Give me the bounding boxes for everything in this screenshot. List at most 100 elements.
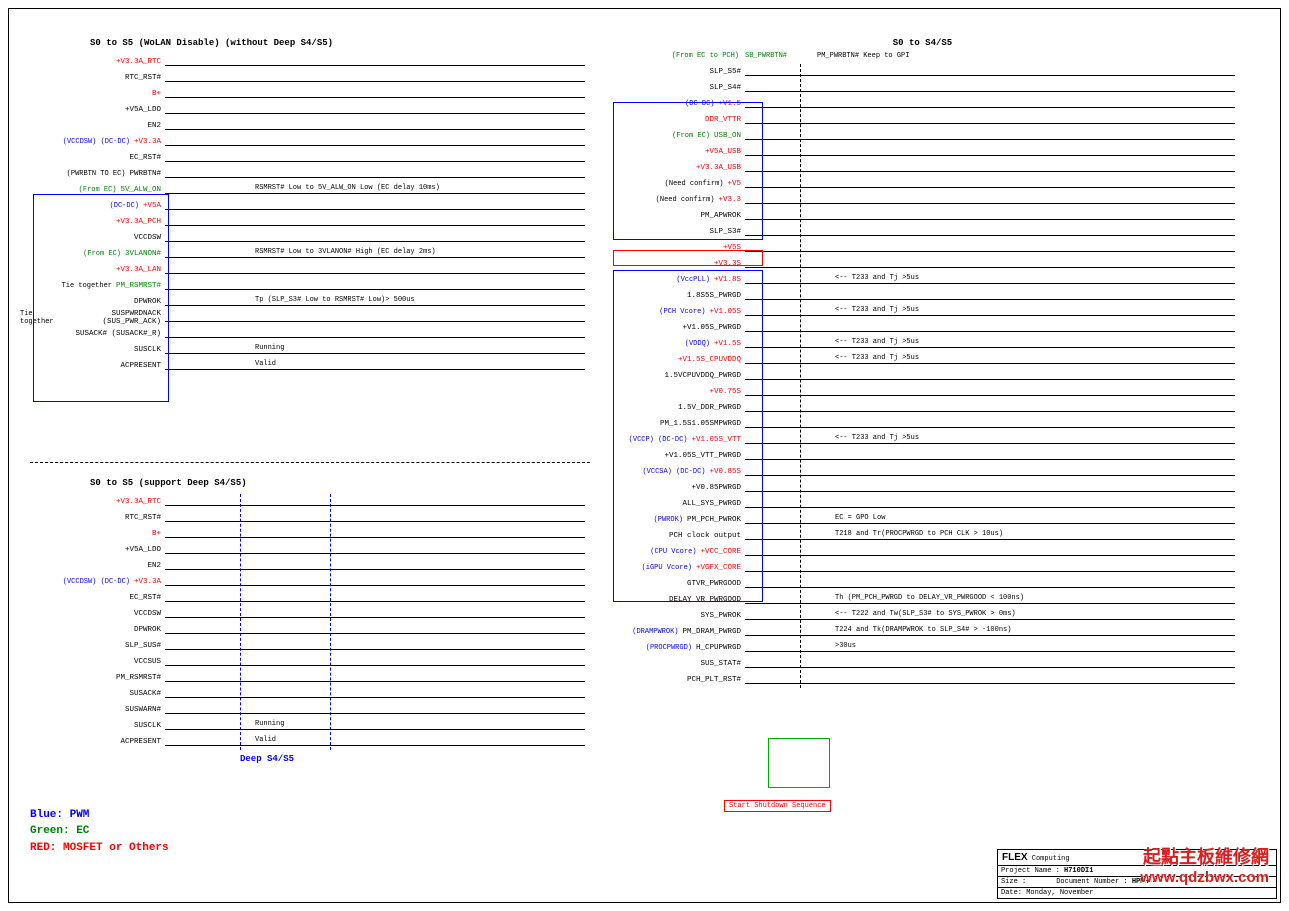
signal-row: SLP_SUS#	[20, 638, 600, 654]
waveform	[165, 494, 585, 510]
signal-name: SLP_SUS#	[125, 642, 161, 650]
waveform	[745, 464, 1235, 480]
date-lbl: Date:	[1001, 889, 1022, 897]
signal-row: RTC_RST#	[20, 510, 600, 526]
waveform	[745, 656, 1235, 672]
signal-name: SUS_STAT#	[700, 660, 741, 668]
waveform	[165, 606, 585, 622]
signal-name: VCCSUS	[134, 658, 161, 666]
signal-row: PCH_PLT_RST#	[600, 672, 1245, 688]
signal-name: PM_RSMRST#	[116, 674, 161, 682]
waveform	[165, 686, 585, 702]
waveform: Tp (SLP_S3# Low to RSMRST# Low)> 500us	[165, 294, 585, 310]
signal-tag: (PWRBTN TO EC)	[67, 170, 126, 178]
waveform	[165, 310, 585, 326]
waveform	[165, 102, 585, 118]
legend: Blue: PWM Green: EC RED: MOSFET or Other…	[30, 807, 169, 857]
waveform	[745, 448, 1235, 464]
waveform	[165, 54, 585, 70]
signal-row: EC_RST#	[20, 590, 600, 606]
waveform	[165, 230, 585, 246]
waveform	[745, 400, 1235, 416]
waveform	[745, 576, 1235, 592]
waveform	[745, 480, 1235, 496]
waveform	[745, 128, 1235, 144]
waveform	[745, 160, 1235, 176]
proj-lbl: Project Name :	[1001, 867, 1060, 875]
sec3-headnote1: SB_PWRBTN#	[745, 52, 787, 60]
doc-lbl: Document Number :	[1056, 878, 1127, 886]
waveform: <-- T233 and Tj >5us	[745, 352, 1235, 368]
signal-name: +V3.3A_RTC	[116, 498, 161, 506]
waveform	[165, 670, 585, 686]
signal-tag: (DRAMPWROK)	[632, 628, 678, 636]
signal-row: VCCDSW	[20, 606, 600, 622]
signal-row: B+	[20, 526, 600, 542]
signal-row: EC_RST#	[20, 150, 600, 166]
waveform: <-- T222 and Tw(SLP_S3# to SYS_PWROK > 0…	[745, 608, 1235, 624]
signal-name: PM_DRAM_PWRGD	[682, 628, 741, 636]
signal-name: SUSCLK	[134, 722, 161, 730]
waveform	[165, 702, 585, 718]
signal-note: >30us	[835, 642, 856, 650]
signal-note: <-- T233 and Tj >5us	[835, 434, 919, 442]
waveform	[165, 150, 585, 166]
signal-name: B+	[152, 530, 161, 538]
sec1-title: S0 to S5 (WoLAN Disable) (without Deep S…	[90, 38, 600, 48]
signal-name: EN2	[147, 562, 161, 570]
waveform: T224 and Tk(DRAMPWROK to SLP_S4# > -100n…	[745, 624, 1235, 640]
waveform	[165, 590, 585, 606]
shutdown-label: Start Shutdown Sequence	[724, 800, 831, 812]
signal-name: PWRBTN#	[129, 170, 161, 178]
legend-blue: Blue: PWM	[30, 807, 169, 824]
waveform	[165, 214, 585, 230]
signal-row: SLP_S4#	[600, 80, 1245, 96]
signal-name: VCCDSW	[134, 610, 161, 618]
sec3-headnote2: PM_PWRBTN# Keep to GPI	[817, 52, 909, 60]
signal-note: RSMRST# Low to 3VLANON# High (EC delay 2…	[255, 248, 436, 256]
brand2: Computing	[1032, 855, 1070, 863]
signal-row: SUS_STAT#	[600, 656, 1245, 672]
waveform	[745, 224, 1235, 240]
waveform	[745, 208, 1235, 224]
signal-tag: (PROCPWRGD)	[646, 644, 692, 652]
signal-name: +V3.3A	[134, 578, 161, 586]
waveform	[745, 496, 1235, 512]
waveform	[165, 70, 585, 86]
signal-name: RTC_RST#	[125, 514, 161, 522]
waveform	[165, 326, 585, 342]
waveform	[165, 510, 585, 526]
watermark-l1: 起點主板維修網	[1140, 843, 1269, 869]
waveform	[745, 240, 1235, 256]
signal-row: SUSWARN#	[20, 702, 600, 718]
waveform: Valid	[165, 734, 585, 750]
waveform	[745, 288, 1235, 304]
waveform	[745, 80, 1235, 96]
signal-note: Tp (SLP_S3# Low to RSMRST# Low)> 500us	[255, 296, 415, 304]
signal-row: SYS_PWROK<-- T222 and Tw(SLP_S3# to SYS_…	[600, 608, 1245, 624]
waveform: <-- T233 and Tj >5us	[745, 336, 1235, 352]
waveform: T218 and Tr(PROCPWRGD to PCH CLK > 10us)	[745, 528, 1235, 544]
watermark-l2: www.qdzbwx.com	[1140, 869, 1269, 886]
signal-name: EC_RST#	[129, 594, 161, 602]
size-lbl: Size :	[1001, 878, 1026, 886]
signal-note: Running	[255, 720, 284, 728]
signal-row: EN2	[20, 558, 600, 574]
waveform: >30us	[745, 640, 1235, 656]
signal-name: 5V_ALW_ON	[120, 186, 161, 194]
signal-row: SLP_S5#	[600, 64, 1245, 80]
signal-name: SUSWARN#	[125, 706, 161, 714]
waveform: Running	[165, 342, 585, 358]
signal-note: Running	[255, 344, 284, 352]
signal-name: +V5A_LDO	[125, 546, 161, 554]
signal-row: VCCSUS	[20, 654, 600, 670]
waveform	[165, 118, 585, 134]
signal-name: ACPRESENT	[120, 738, 161, 746]
waveform	[165, 278, 585, 294]
waveform	[165, 622, 585, 638]
waveform	[165, 558, 585, 574]
waveform: Running	[165, 718, 585, 734]
waveform	[745, 256, 1235, 272]
watermark: 起點主板維修網 www.qdzbwx.com	[1140, 843, 1269, 886]
signal-row: (DRAMPWROK) PM_DRAM_PWRGD T224 and Tk(DRAM…	[600, 624, 1245, 640]
